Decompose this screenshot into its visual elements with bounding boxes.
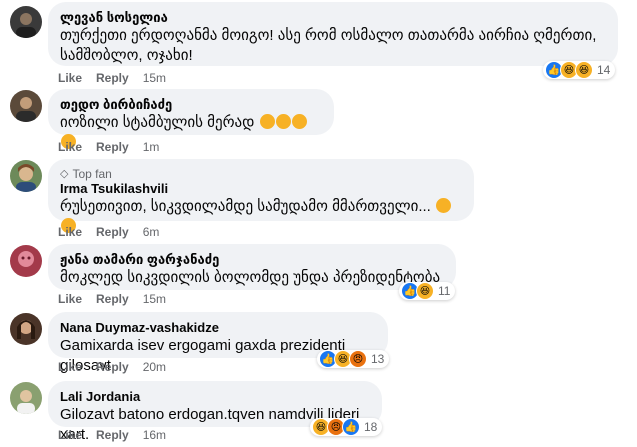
avatar[interactable] bbox=[10, 6, 42, 38]
laughing-emoji-icon bbox=[275, 114, 291, 129]
comment-bubble: ჟანა თამარი ფარჯანაძე მოკლედ სიკვდილის ბ… bbox=[48, 244, 456, 290]
like-button[interactable]: Like bbox=[58, 225, 82, 239]
comment-author[interactable]: Irma Tsukilashvili bbox=[60, 181, 462, 197]
reaction-count: 14 bbox=[597, 63, 611, 77]
like-button[interactable]: Like bbox=[58, 428, 82, 442]
reaction-count: 13 bbox=[371, 352, 385, 366]
like-button[interactable]: Like bbox=[58, 71, 82, 85]
sweat-emoji-icon bbox=[436, 198, 452, 213]
comment-actions: Like Reply 15m bbox=[58, 292, 166, 306]
laughing-emoji-icon bbox=[259, 114, 275, 129]
avatar[interactable] bbox=[10, 245, 42, 277]
comment-text: მოკლედ სიკვდილის ბოლომდე უნდა პრეზიდენტო… bbox=[60, 269, 441, 286]
angry-icon: 😠 bbox=[349, 350, 367, 368]
like-button[interactable]: Like bbox=[58, 140, 82, 154]
reply-button[interactable]: Reply bbox=[96, 225, 129, 239]
comment-timestamp[interactable]: 20m bbox=[143, 360, 166, 374]
comment-author[interactable]: Nana Duymaz-vashakidze bbox=[60, 320, 376, 336]
top-fan-label: Top fan bbox=[72, 167, 112, 181]
comment-timestamp[interactable]: 15m bbox=[143, 292, 166, 306]
comment-bubble: ლევან სოსელია თურქეთი ერდოღანმა მოიგო! ა… bbox=[48, 2, 618, 66]
diamond-icon: ◇ bbox=[60, 168, 69, 180]
reply-button[interactable]: Reply bbox=[96, 140, 129, 154]
comment-text-content: იოზილი სტამბულის მერად bbox=[60, 114, 255, 131]
reaction-count: 11 bbox=[438, 284, 451, 298]
comment-author[interactable]: Lali Jordania bbox=[60, 389, 370, 405]
comment-author[interactable]: ჟანა თამარი ფარჯანაძე bbox=[60, 252, 444, 268]
reply-button[interactable]: Reply bbox=[96, 71, 129, 85]
reaction-summary[interactable]: 👍 😆 11 bbox=[399, 282, 456, 300]
reaction-summary[interactable]: 👍 😆 😆 14 bbox=[543, 61, 616, 79]
reply-button[interactable]: Reply bbox=[96, 428, 129, 442]
comment-actions: Like Reply 15m bbox=[58, 71, 166, 85]
avatar[interactable] bbox=[10, 90, 42, 122]
reply-button[interactable]: Reply bbox=[96, 292, 129, 306]
haha-icon: 😆 bbox=[416, 282, 434, 300]
reaction-summary[interactable]: 😆 😠 👍 18 bbox=[310, 418, 383, 436]
comment-timestamp[interactable]: 1m bbox=[143, 140, 160, 154]
comment-text-content: რუსეთივით, სიკვდილამდე სამუდამო მმართველ… bbox=[60, 198, 431, 215]
reply-button[interactable]: Reply bbox=[96, 360, 129, 374]
comment-author[interactable]: ლევან სოსელია bbox=[60, 10, 606, 26]
laughing-emoji-icon bbox=[291, 114, 307, 129]
avatar[interactable] bbox=[10, 382, 42, 414]
avatar[interactable] bbox=[10, 160, 42, 192]
comment-author[interactable]: თედო ბირბიჩაძე bbox=[60, 97, 322, 113]
reaction-summary[interactable]: 👍 😆 😠 13 bbox=[317, 350, 390, 368]
comment-actions: Like Reply 20m bbox=[58, 360, 166, 374]
top-fan-badge: ◇ Top fan bbox=[60, 167, 462, 181]
like-button[interactable]: Like bbox=[58, 360, 82, 374]
comment-actions: Like Reply 6m bbox=[58, 225, 159, 239]
reaction-count: 18 bbox=[364, 420, 378, 434]
comment-text: სამშობლო, ოჯახი! bbox=[60, 47, 193, 64]
comment-bubble: ◇ Top fan Irma Tsukilashvili რუსეთივით, … bbox=[48, 159, 474, 233]
like-button[interactable]: Like bbox=[58, 292, 82, 306]
comment-text: თურქეთი ერდოღანმა მოიგო! ასე რომ ოსმალო … bbox=[60, 27, 597, 44]
like-icon: 👍 bbox=[342, 418, 360, 436]
comment-actions: Like Reply 1m bbox=[58, 140, 159, 154]
haha-icon: 😆 bbox=[575, 61, 593, 79]
comment-timestamp[interactable]: 16m bbox=[143, 428, 166, 442]
comment-timestamp[interactable]: 15m bbox=[143, 71, 166, 85]
avatar[interactable] bbox=[10, 313, 42, 345]
comment-timestamp[interactable]: 6m bbox=[143, 225, 160, 239]
comment-actions: Like Reply 16m bbox=[58, 428, 166, 442]
comment-bubble: თედო ბირბიჩაძე იოზილი სტამბულის მერად bbox=[48, 89, 334, 149]
